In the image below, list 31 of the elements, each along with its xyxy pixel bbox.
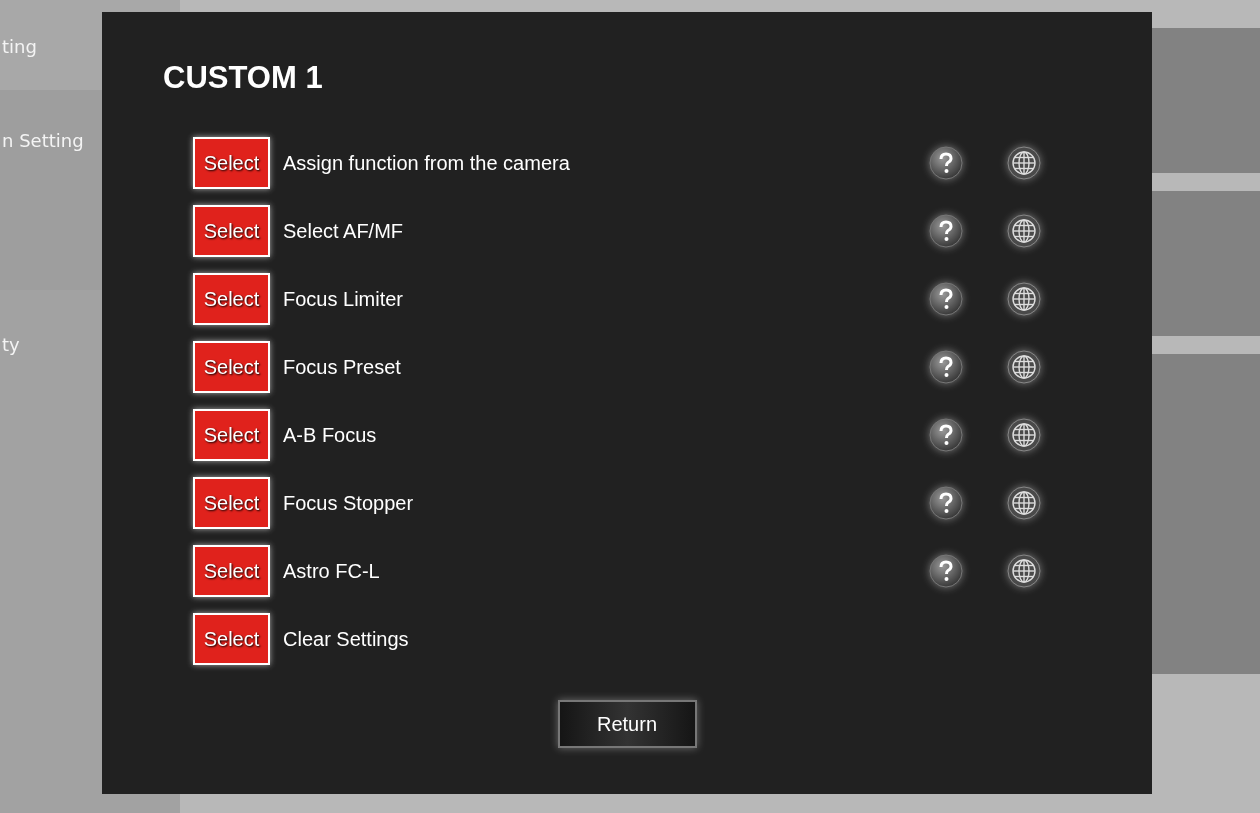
help-icon[interactable] xyxy=(929,146,963,180)
function-label: Clear Settings xyxy=(283,627,410,651)
help-icon[interactable] xyxy=(929,486,963,520)
select-button[interactable]: Select xyxy=(193,341,270,393)
help-icon[interactable] xyxy=(929,214,963,248)
globe-icon[interactable] xyxy=(1007,282,1041,316)
function-label: A-B Focus xyxy=(283,423,378,447)
help-icon[interactable] xyxy=(929,554,963,588)
select-button[interactable]: Select xyxy=(193,137,270,189)
function-label: Focus Limiter xyxy=(283,287,405,311)
function-label: Focus Preset xyxy=(283,355,402,379)
help-icon[interactable] xyxy=(929,418,963,452)
globe-icon[interactable] xyxy=(1007,418,1041,452)
globe-icon[interactable] xyxy=(1007,486,1041,520)
function-label: Select AF/MF xyxy=(283,219,405,243)
globe-icon[interactable] xyxy=(1007,214,1041,248)
select-button[interactable]: Select xyxy=(193,205,270,257)
select-button[interactable]: Select xyxy=(193,545,270,597)
function-label: Assign function from the camera xyxy=(283,151,571,175)
help-icon[interactable] xyxy=(929,282,963,316)
select-button[interactable]: Select xyxy=(193,477,270,529)
globe-icon[interactable] xyxy=(1007,350,1041,384)
return-button[interactable]: Return xyxy=(557,700,697,748)
select-button[interactable]: Select xyxy=(193,613,270,665)
select-button[interactable]: Select xyxy=(193,273,270,325)
globe-icon[interactable] xyxy=(1007,146,1041,180)
function-label: Focus Stopper xyxy=(283,491,415,515)
help-icon[interactable] xyxy=(929,350,963,384)
function-label: Astro FC-L xyxy=(283,559,381,583)
select-button[interactable]: Select xyxy=(193,409,270,461)
globe-icon[interactable] xyxy=(1007,554,1041,588)
